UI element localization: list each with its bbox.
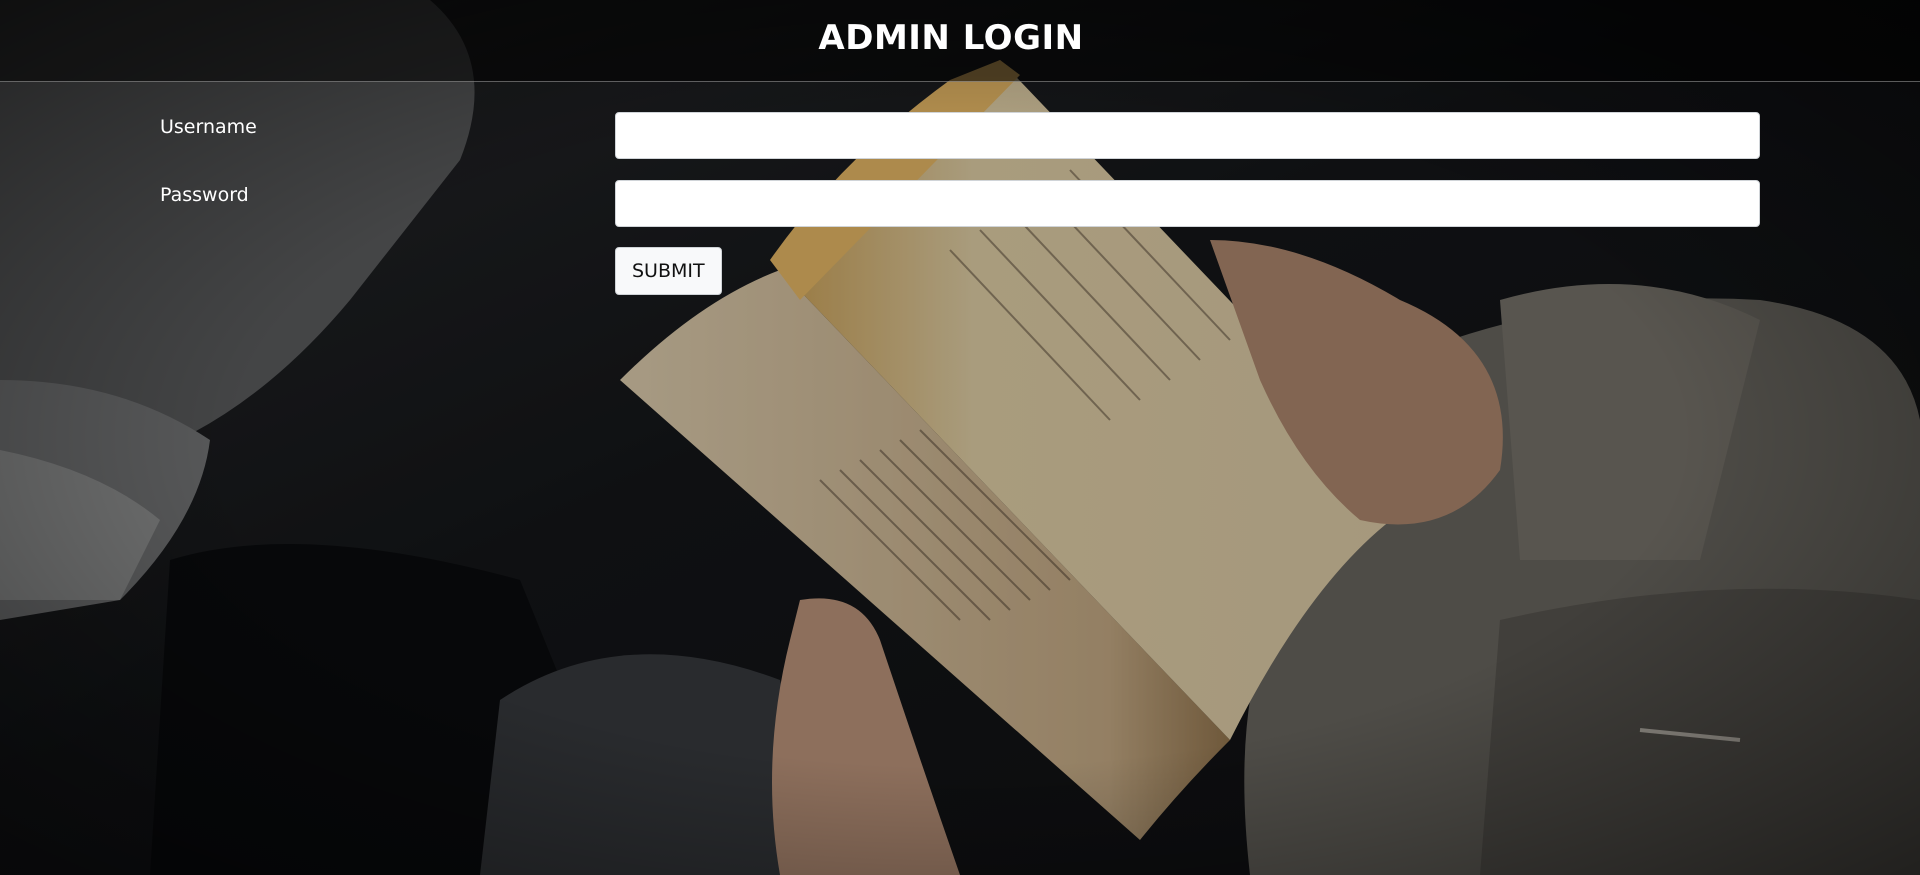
submit-button[interactable]: SUBMIT xyxy=(615,247,722,295)
password-label: Password xyxy=(160,184,249,206)
login-page: ADMIN LOGIN Username Password SUBMIT xyxy=(0,0,1920,875)
password-field[interactable] xyxy=(615,180,1760,227)
page-title: ADMIN LOGIN xyxy=(818,18,1084,58)
page-header: ADMIN LOGIN xyxy=(0,0,1920,82)
username-label: Username xyxy=(160,116,257,138)
username-field[interactable] xyxy=(615,112,1760,159)
